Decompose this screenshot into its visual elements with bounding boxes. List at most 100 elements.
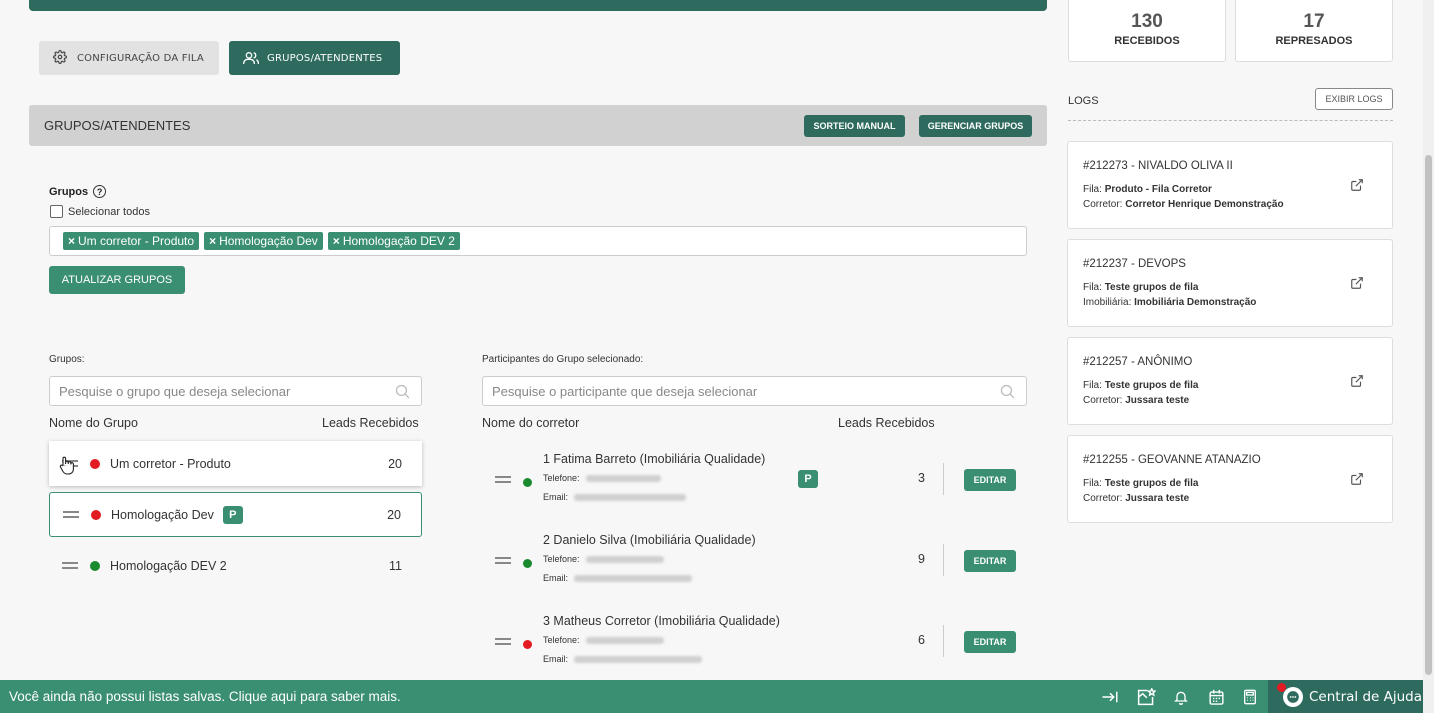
log-card[interactable]: #212257 - ANÔNIMO Fila: Teste grupos de … [1067,337,1393,425]
external-link-icon[interactable] [1350,374,1364,393]
group-tag[interactable]: × Um corretor - Produto [63,232,200,250]
stat-label: REPRESADOS [1275,34,1353,47]
tab-configuracao-fila[interactable]: CONFIGURAÇÃO DA FILA [39,41,219,75]
redacted-email [574,655,703,663]
participant-row[interactable]: 1 Fatima Barreto (Imobiliária Qualidade)… [482,452,1027,512]
log-line: Fila: Teste grupos de fila [1083,380,1198,391]
gerenciar-grupos-button[interactable]: GERENCIAR GRUPOS [919,115,1032,137]
drag-handle-icon[interactable] [62,562,78,569]
exibir-logs-button[interactable]: EXIBIR LOGS [1315,88,1393,110]
divider [943,544,944,576]
log-value: Teste grupos de fila [1104,282,1199,293]
grupos-label-text: Grupos [49,185,89,198]
stat-value: 130 [1131,10,1163,32]
drag-handle-icon[interactable] [63,511,79,518]
log-line: Fila: Teste grupos de fila [1083,478,1198,489]
log-title: #212273 - NIVALDO OLIVA II [1083,160,1233,172]
drag-handle-icon[interactable] [495,638,511,645]
tab-grupos-label: GRUPOS/ATENDENTES [267,52,383,64]
log-key: Corretor: [1083,199,1123,210]
edit-button[interactable]: EDITAR [964,631,1016,653]
log-value: Jussara teste [1125,493,1190,504]
participant-search-placeholder: Pesquise o participante que deseja selec… [492,383,758,399]
status-dot [91,509,101,520]
sorteio-manual-button[interactable]: SORTEIO MANUAL [804,115,905,137]
log-line: Fila: Teste grupos de fila [1083,282,1198,293]
star-list-icon[interactable] [1136,687,1156,707]
collapse-icon[interactable] [1100,687,1120,707]
redacted-email [574,574,693,582]
external-link-icon[interactable] [1350,472,1364,491]
calculator-icon[interactable] [1240,687,1260,707]
external-link-icon[interactable] [1350,276,1364,295]
log-key: Corretor: [1083,493,1123,504]
drag-handle-icon[interactable] [495,557,511,564]
participant-leads-count: 9 [918,552,925,566]
email-label: Email: [543,654,569,664]
group-tag[interactable]: × Homologação DEV 2 [327,232,460,250]
select-all-checkbox[interactable] [50,205,63,218]
group-search-input[interactable]: Pesquise o grupo que deseja selecionar [49,376,422,406]
gear-icon [53,50,69,66]
log-value: Corretor Henrique Demonstração [1125,199,1284,210]
group-name: Homologação DEV 2 [110,558,227,573]
scrollbar-bottom [1423,680,1434,713]
group-leads-count: 11 [389,558,402,573]
participant-email: Email: [543,492,687,502]
groups-tag-input[interactable]: × Um corretor - Produto × Homologação Dev … [49,226,1027,256]
col-header-group-name: Nome do Grupo [49,416,138,430]
logs-divider [1068,120,1393,121]
grupos-field-label: Grupos ? [49,185,107,198]
select-all-checkbox-row[interactable]: Selecionar todos [50,205,150,218]
col-header-broker-name: Nome do corretor [482,416,580,430]
participant-search-input[interactable]: Pesquise o participante que deseja selec… [482,376,1027,406]
status-dot [523,640,532,649]
edit-button[interactable]: EDITAR [964,550,1016,572]
search-icon [999,383,1016,403]
participant-name: 2 Danielo Silva (Imobiliária Qualidade) [543,533,756,547]
participant-leads-count: 3 [918,471,925,485]
participant-leads-count: 6 [918,633,925,647]
bell-icon[interactable] [1171,687,1191,707]
atualizar-grupos-button[interactable]: ATUALIZAR GRUPOS [49,266,185,294]
participant-row[interactable]: 3 Matheus Corretor (Imobiliária Qualidad… [482,614,1027,674]
edit-button[interactable]: EDITAR [964,469,1016,491]
group-row[interactable]: Um corretor - Produto 20 [49,441,422,486]
log-key: Fila: [1083,282,1102,293]
drag-handle-icon[interactable] [495,476,511,483]
group-row[interactable]: Homologação DEV 2 11 [49,543,422,588]
external-link-icon[interactable] [1350,178,1364,197]
group-tag[interactable]: × Homologação Dev [204,232,323,250]
group-tag-label: Homologação Dev [219,234,318,248]
email-label: Email: [543,492,569,502]
group-tag-label: Um corretor - Produto [78,234,195,248]
group-row-selected[interactable]: Homologação Dev P 20 [49,492,422,537]
log-card[interactable]: #212273 - NIVALDO OLIVA II Fila: Produto… [1067,141,1393,229]
page-scrollbar-thumb[interactable] [1425,155,1432,675]
log-line: Corretor: Jussara teste [1083,493,1189,504]
remove-tag-icon[interactable]: × [209,234,216,248]
help-circle-icon[interactable]: ? [93,185,107,198]
log-key: Corretor: [1083,395,1123,406]
redacted-email [574,493,687,501]
saved-lists-message[interactable]: Você ainda não possui listas salvas. Cli… [9,689,401,704]
phone-label: Telefone: [543,473,580,483]
log-card[interactable]: #212237 - DEVOPS Fila: Teste grupos de f… [1067,239,1393,327]
log-line: Fila: Produto - Fila Corretor [1083,184,1212,195]
phone-label: Telefone: [543,554,580,564]
log-card[interactable]: #212255 - GEOVANNE ATANAZIO Fila: Teste … [1067,435,1393,523]
section-title: GRUPOS/ATENDENTES [44,118,191,133]
log-value: Jussara teste [1125,395,1190,406]
participant-row[interactable]: 2 Danielo Silva (Imobiliária Qualidade) … [482,533,1027,593]
redacted-phone [585,555,664,563]
calendar-icon[interactable] [1206,687,1226,707]
stat-recebidos: 130 RECEBIDOS [1068,0,1226,62]
log-value: Produto - Fila Corretor [1104,184,1212,195]
help-center-button[interactable]: Central de Ajuda [1268,680,1423,713]
log-title: #212257 - ANÔNIMO [1083,356,1193,368]
remove-tag-icon[interactable]: × [333,234,340,248]
tab-grupos-atendentes[interactable]: GRUPOS/ATENDENTES [229,41,400,75]
remove-tag-icon[interactable]: × [68,234,75,248]
group-leads-count: 20 [387,507,401,522]
participant-email: Email: [543,573,693,583]
